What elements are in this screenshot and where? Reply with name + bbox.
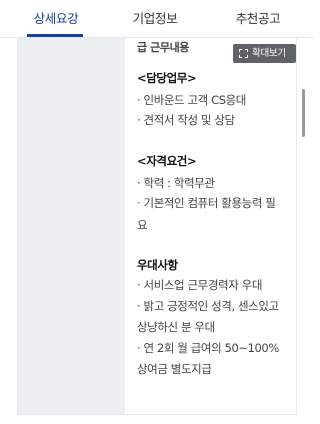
panel-side-column [18, 21, 125, 414]
preference-item: 상여금 별도지급 [137, 362, 212, 376]
requirement-item: · 학력 : 학력무관 [137, 176, 215, 190]
preference-item: 상냥하신 분 우대 [137, 320, 215, 334]
duties-heading: <담당업무> [137, 71, 197, 85]
requirements-heading: <자격요건> [137, 154, 197, 168]
requirement-item: · 기본적인 컴퓨터 활용능력 필 [137, 196, 276, 210]
job-detail-content: 급 근무내용 <담당업무> · 인바운드 고객 CS응대 · 견적서 작성 및 … [137, 21, 291, 414]
preference-item: · 서비스업 근무경력자 우대 [137, 278, 263, 292]
tab-recommended-jobs[interactable]: 추천공고 [218, 0, 298, 37]
tab-job-details[interactable]: 상세요강 [16, 0, 96, 37]
duty-item: · 견적서 작성 및 상담 [137, 113, 235, 127]
zoom-button-label: 확대보기 [252, 48, 286, 59]
zoom-button[interactable]: 확대보기 [233, 44, 296, 63]
preference-item: · 연 2회 월 급여의 50~100% [137, 341, 279, 355]
requirement-item: 요 [137, 218, 148, 232]
tab-company-info[interactable]: 기업정보 [115, 0, 195, 37]
preferences-heading: 우대사항 [137, 258, 178, 272]
scrollbar-thumb[interactable] [302, 89, 305, 137]
duty-item: · 인바운드 고객 CS응대 [137, 93, 246, 107]
tab-bar: 상세요강 기업정보 추천공고 [0, 0, 314, 38]
job-detail-panel: 급 근무내용 <담당업무> · 인바운드 고객 CS응대 · 견적서 작성 및 … [17, 20, 297, 415]
section-heading-cut: 급 근무내용 [137, 41, 190, 54]
expand-icon [239, 49, 248, 58]
preference-item: · 밝고 긍정적인 성격, 센스있고 [137, 299, 279, 313]
active-tab-indicator [27, 34, 83, 37]
